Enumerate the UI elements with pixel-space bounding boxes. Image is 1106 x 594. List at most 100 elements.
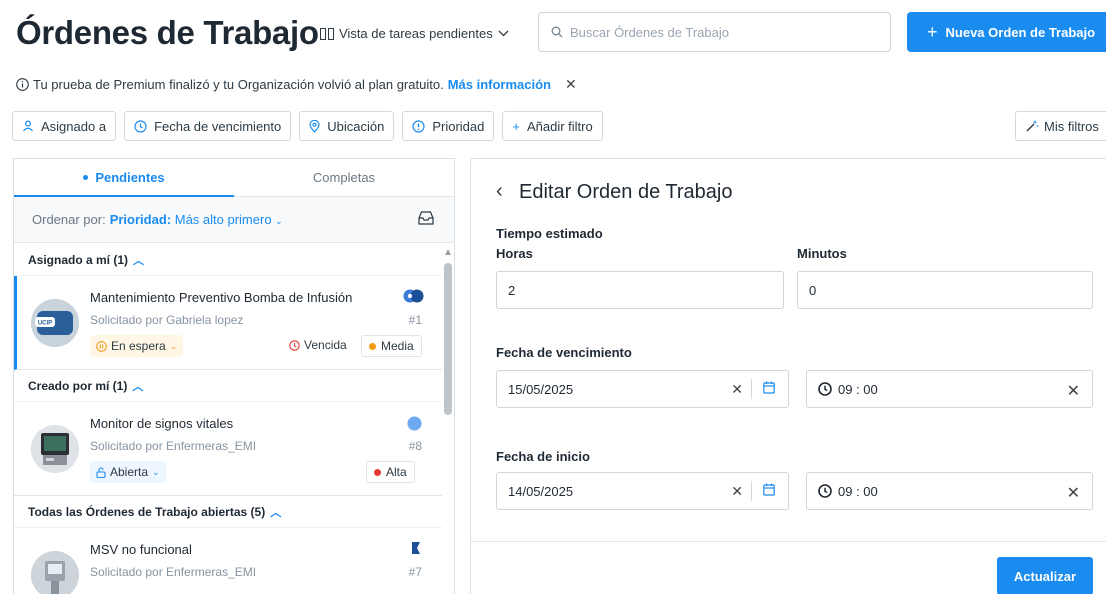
back-chevron-icon[interactable]: ‹: [496, 181, 503, 201]
clear-icon[interactable]: ✕: [1067, 381, 1080, 401]
clock-icon: [289, 339, 300, 351]
due-date-field[interactable]: 15/05/2025 ✕: [496, 370, 789, 408]
clear-icon[interactable]: ✕: [1067, 483, 1080, 503]
minutes-field[interactable]: [797, 271, 1093, 309]
team-avatar-icon: [407, 416, 422, 431]
work-orders-list: Asignado a mí (1) ︿ UCIP Mantenimiento P…: [14, 244, 442, 594]
priority-label: Media: [381, 339, 414, 353]
info-icon: [16, 78, 29, 91]
priority-icon: [412, 119, 425, 133]
sort-field: Prioridad:: [109, 212, 172, 227]
separator: [751, 379, 752, 399]
work-order-number: #8: [408, 439, 422, 453]
view-selector[interactable]: Vista de tareas pendientes: [320, 26, 509, 41]
group-header-all-open[interactable]: Todas las Órdenes de Trabajo abiertas (5…: [14, 496, 442, 528]
filter-bar: Asignado a Fecha de vencimiento Ubicació…: [12, 111, 603, 141]
work-order-title: Monitor de signos vitales: [90, 416, 234, 431]
tab-label: Completas: [312, 170, 376, 185]
sort-selector[interactable]: Prioridad: Más alto primero ⌄: [110, 212, 283, 227]
tab-pending[interactable]: Pendientes: [14, 159, 234, 197]
search-icon: [551, 26, 563, 38]
scrollbar-thumb[interactable]: [444, 263, 452, 415]
add-filter-button[interactable]: + Añadir filtro: [502, 111, 603, 141]
filter-priority[interactable]: Prioridad: [402, 111, 495, 141]
filter-assigned-to[interactable]: Asignado a: [12, 111, 117, 141]
page-header: Órdenes de Trabajo Vista de tareas pendi…: [0, 0, 1106, 66]
work-order-number: #1: [408, 313, 422, 327]
hours-input[interactable]: [508, 282, 756, 298]
overdue-indicator: Vencida: [289, 338, 347, 352]
team-avatar-icon: [412, 542, 420, 554]
new-work-order-button[interactable]: + Nueva Orden de Trabajo: [907, 12, 1106, 52]
sort-value: Más alto primero: [174, 212, 272, 227]
priority-dot: [374, 468, 381, 476]
more-info-link[interactable]: Más información: [448, 77, 551, 92]
requested-by: Solicitado por Enfermeras_EMI: [90, 565, 257, 579]
status-dropdown[interactable]: En espera ⌄: [90, 335, 184, 357]
priority-badge: Media: [361, 335, 422, 357]
filter-location[interactable]: Ubicación: [299, 111, 395, 141]
start-time-field[interactable]: 09 : 00 ✕: [806, 472, 1093, 510]
priority-badge: Alta: [366, 461, 415, 483]
hours-field[interactable]: [496, 271, 784, 309]
chevron-up-icon: ︿: [133, 254, 145, 267]
sort-row: Ordenar por: Prioridad: Más alto primero…: [14, 197, 454, 243]
scroll-up-arrow-icon[interactable]: [445, 249, 451, 255]
work-order-item[interactable]: MSV no funcional Solicitado por Enfermer…: [14, 528, 442, 594]
clear-icon[interactable]: ✕: [731, 381, 743, 398]
inbox-icon[interactable]: [418, 211, 434, 225]
start-date-label: Fecha de inicio: [496, 449, 590, 464]
work-order-title: Mantenimiento Preventivo Bomba de Infusi…: [90, 290, 353, 305]
new-work-order-label: Nueva Orden de Trabajo: [945, 24, 1096, 40]
pause-circle-icon: [96, 340, 107, 352]
separator: [751, 481, 752, 501]
close-icon[interactable]: ✕: [565, 76, 577, 93]
edit-work-order-panel: ‹ Editar Orden de Trabajo Tiempo estimad…: [470, 158, 1106, 594]
chevron-down-icon: [498, 30, 509, 37]
sort-prefix: Ordenar por:: [32, 212, 106, 227]
status-dropdown[interactable]: Abierta ⌄: [90, 461, 166, 483]
work-order-number: #7: [408, 565, 422, 579]
group-header-assigned[interactable]: Asignado a mí (1) ︿: [14, 244, 442, 276]
columns-icon: [320, 27, 334, 40]
chevron-down-icon: ⌄: [275, 216, 283, 226]
notice-text: Tu prueba de Premium finalizó y tu Organ…: [33, 77, 444, 92]
requested-by: Solicitado por Gabriela lopez: [90, 313, 244, 327]
clock-icon: [134, 119, 147, 133]
filter-due-date[interactable]: Fecha de vencimiento: [124, 111, 292, 141]
chevron-down-icon: ⌄: [169, 340, 178, 351]
work-order-item[interactable]: Monitor de signos vitales Solicitado por…: [14, 402, 442, 496]
my-filters-button[interactable]: Mis filtros: [1015, 111, 1106, 141]
clear-icon[interactable]: ✕: [731, 483, 743, 500]
my-filters-label: Mis filtros: [1044, 118, 1099, 134]
plus-icon: +: [512, 118, 520, 134]
list-scrollbar[interactable]: [442, 244, 454, 594]
search-input[interactable]: [570, 24, 870, 40]
list-tabs: Pendientes Completas: [14, 159, 454, 197]
team-avatar-icon: [403, 289, 424, 303]
requested-by: Solicitado por Enfermeras_EMI: [90, 439, 257, 453]
tab-completed[interactable]: Completas: [234, 159, 454, 196]
minutes-input[interactable]: [809, 282, 1064, 298]
work-order-item[interactable]: UCIP Mantenimiento Preventivo Bomba de I…: [14, 276, 442, 370]
person-icon: [23, 120, 33, 132]
overdue-label: Vencida: [304, 338, 347, 352]
group-header-created[interactable]: Creado por mí (1) ︿: [14, 370, 442, 402]
calendar-icon[interactable]: [763, 483, 775, 496]
asset-thumbnail: UCIP: [31, 299, 79, 347]
clock-icon: [818, 484, 832, 498]
status-label: Abierta: [110, 465, 149, 479]
start-date-field[interactable]: 14/05/2025 ✕: [496, 472, 789, 510]
group-title: Asignado a mí (1): [28, 252, 129, 267]
group-title: Creado por mí (1): [28, 378, 128, 393]
footer-divider: [471, 541, 1106, 542]
start-date-value: 14/05/2025: [508, 483, 574, 499]
due-date-label: Fecha de vencimiento: [496, 345, 632, 360]
search-box[interactable]: [538, 12, 891, 52]
estimated-time-label: Tiempo estimado: [496, 226, 603, 241]
asset-thumbnail: [31, 551, 79, 594]
update-button[interactable]: Actualizar: [997, 557, 1093, 594]
due-time-value: 09 : 00: [838, 381, 878, 397]
calendar-icon[interactable]: [763, 381, 775, 394]
due-time-field[interactable]: 09 : 00 ✕: [806, 370, 1093, 408]
